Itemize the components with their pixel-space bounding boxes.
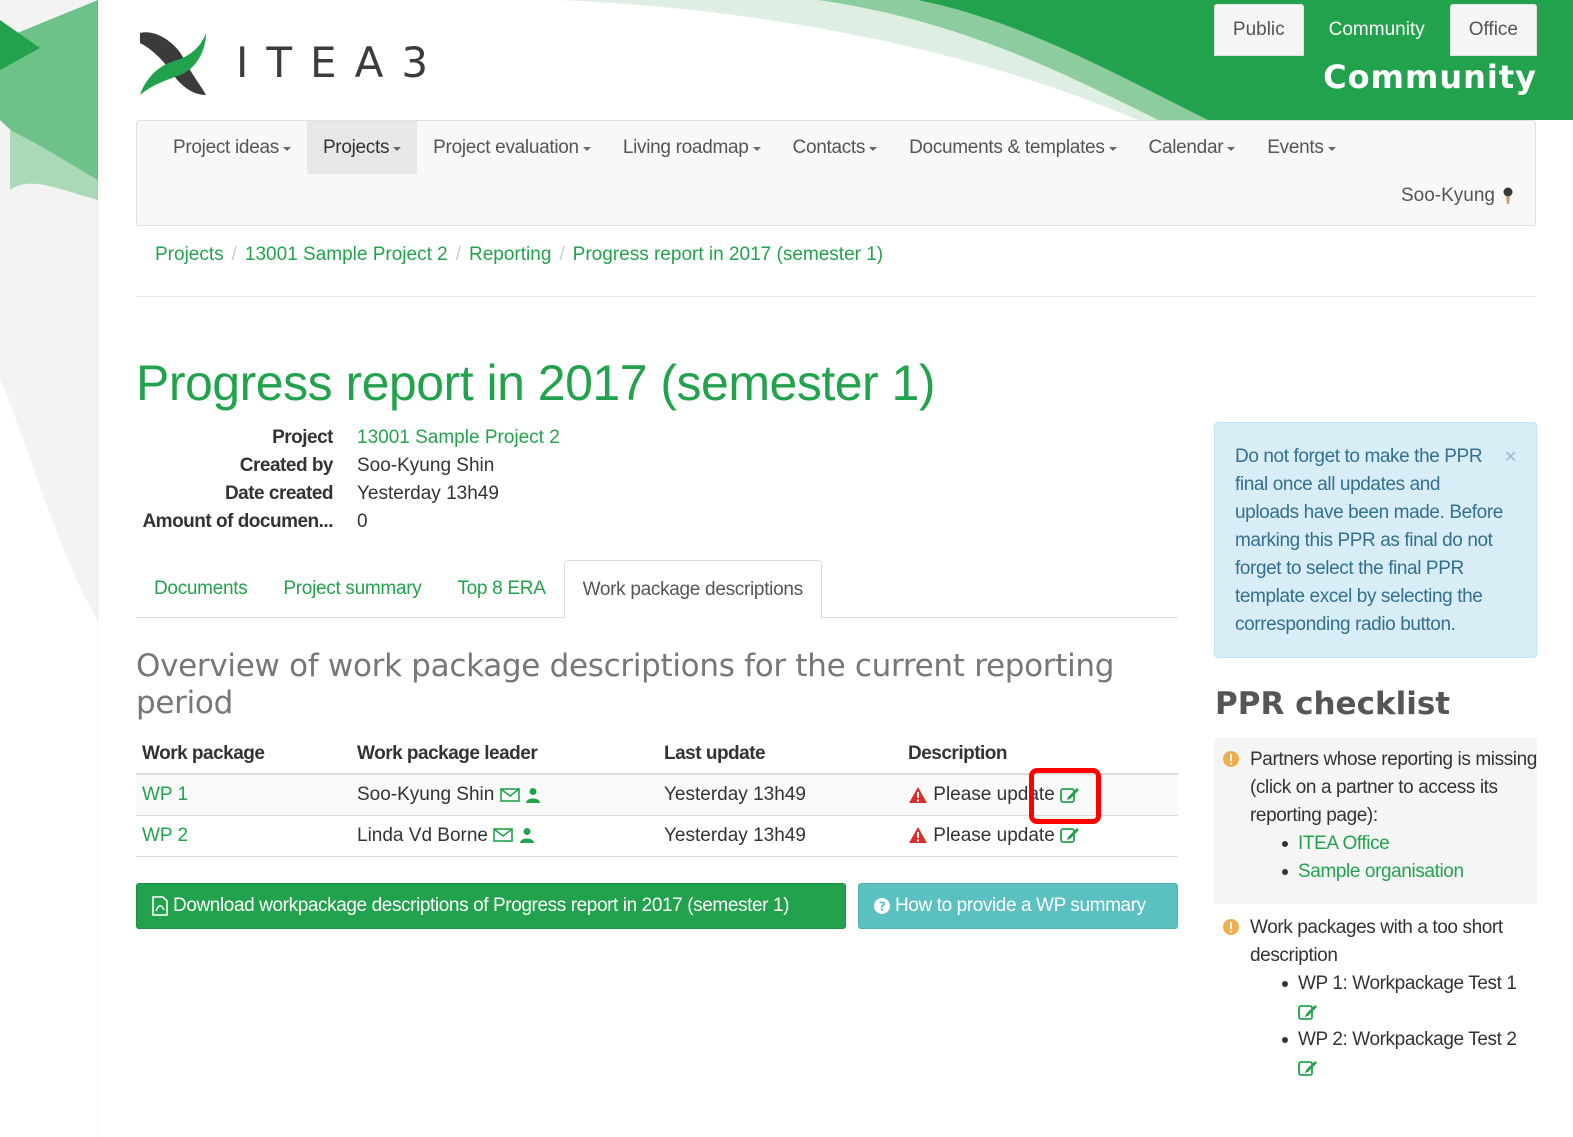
meta-amount-label: Amount of documen...: [142, 511, 333, 532]
last-update: Yesterday 13h49: [658, 774, 902, 816]
itea3-logo-mark-icon: [140, 32, 206, 95]
list-item: ITEA Office: [1280, 830, 1537, 858]
wp-link[interactable]: WP 1: [142, 784, 188, 805]
checklist-item-missing-partners: Partners whose reporting is missing (cli…: [1214, 738, 1537, 904]
wp-short-description: WP 2: Workpackage Test 2: [1298, 1029, 1517, 1050]
tab-project-summary[interactable]: Project summary: [265, 560, 439, 618]
checklist-item-text: Partners whose reporting is missing (cli…: [1250, 749, 1537, 826]
envelope-icon[interactable]: [499, 787, 520, 803]
meta-date-created-value: Yesterday 13h49: [357, 483, 499, 504]
user-name: Soo-Kyung: [1400, 185, 1495, 206]
meta-created-by-value: Soo-Kyung Shin: [357, 455, 495, 476]
meta-date-created-label: Date created: [224, 483, 333, 504]
envelope-icon[interactable]: [493, 827, 514, 843]
work-package-table: Work package Work package leader Last up…: [136, 734, 1178, 857]
itea3-logo[interactable]: ITEA3: [136, 24, 466, 100]
checklist-title: PPR checklist: [1215, 686, 1451, 722]
meta-amount-value: 0: [357, 511, 368, 532]
caret-down-icon: [1327, 147, 1336, 151]
warning-icon: [909, 827, 927, 844]
edit-icon[interactable]: [1298, 1059, 1318, 1077]
caret-down-icon: [282, 147, 291, 151]
background-swoosh-left: [0, 0, 98, 620]
user-avatar-icon: [1503, 187, 1513, 204]
breadcrumb-project[interactable]: 13001 Sample Project 2: [245, 244, 448, 266]
breadcrumb-separator: /: [231, 244, 237, 265]
logo-wordmark: ITEA3: [236, 37, 447, 87]
tab-documents[interactable]: Documents: [136, 560, 265, 618]
site-tab-community[interactable]: Community: [1309, 4, 1444, 56]
caret-down-icon: [1108, 147, 1117, 151]
last-update: Yesterday 13h49: [658, 815, 902, 857]
breadcrumb-reporting[interactable]: Reporting: [469, 244, 551, 266]
breadcrumb-projects[interactable]: Projects: [155, 244, 224, 266]
meta-created-by-label: Created by: [239, 455, 333, 476]
caret-down-icon: [752, 147, 761, 151]
partner-link-sample-organisation[interactable]: Sample organisation: [1298, 861, 1464, 882]
breadcrumb: Projects / 13001 Sample Project 2 / Repo…: [155, 244, 883, 266]
nav-calendar[interactable]: Calendar: [1133, 121, 1252, 174]
user-icon[interactable]: [519, 827, 535, 844]
report-meta: Project 13001 Sample Project 2 Created b…: [136, 424, 560, 536]
how-to-wp-summary-button[interactable]: ? How to provide a WP summary: [858, 883, 1178, 929]
breadcrumb-current[interactable]: Progress report in 2017 (semester 1): [573, 244, 883, 266]
user-menu[interactable]: Soo-Kyung: [1401, 185, 1515, 207]
page-shadow: [97, 0, 99, 1137]
alert-text: Do not forget to make the PPR final once…: [1235, 446, 1503, 635]
description-status: Please update: [933, 824, 1055, 846]
table-row: WP 2 Linda Vd Borne Yesterday 13h49 Plea…: [136, 815, 1178, 857]
list-item: WP 2: Workpackage Test 2: [1280, 1026, 1537, 1082]
user-icon[interactable]: [525, 787, 541, 803]
report-tabs: Documents Project summary Top 8 ERA Work…: [136, 560, 1178, 619]
column-header-leader: Work package leader: [351, 734, 658, 775]
download-descriptions-button[interactable]: Download workpackage descriptions of Pro…: [136, 883, 846, 929]
list-item: Sample organisation: [1280, 858, 1537, 886]
caret-down-icon: [1227, 147, 1236, 151]
edit-icon[interactable]: [1298, 1003, 1318, 1021]
nav-project-evaluation[interactable]: Project evaluation: [417, 121, 607, 174]
caret-down-icon: [582, 147, 591, 151]
tab-top-8-era[interactable]: Top 8 ERA: [439, 560, 563, 618]
nav-contacts[interactable]: Contacts: [777, 121, 894, 174]
breadcrumb-separator: /: [559, 244, 565, 265]
partner-link-itea-office[interactable]: ITEA Office: [1298, 833, 1390, 854]
tab-work-package-descriptions[interactable]: Work package descriptions: [563, 560, 822, 619]
wp-short-description: WP 1: Workpackage Test 1: [1298, 973, 1517, 994]
leader-name: Soo-Kyung Shin: [357, 783, 495, 805]
site-tab-public[interactable]: Public: [1213, 4, 1304, 56]
meta-project-label: Project: [272, 427, 333, 448]
warning-icon: [909, 786, 927, 803]
nav-projects[interactable]: Projects: [306, 121, 418, 174]
section-label: Community: [1323, 58, 1537, 96]
ppr-final-alert: Do not forget to make the PPR final once…: [1214, 422, 1537, 658]
highlight-annotation: [1029, 768, 1101, 824]
question-circle-icon: ?: [874, 898, 890, 914]
divider: [136, 296, 1536, 297]
list-item: WP 1: Workpackage Test 1: [1280, 970, 1537, 1026]
section-heading: Overview of work package descriptions fo…: [136, 648, 1115, 721]
edit-icon[interactable]: [1060, 826, 1080, 844]
leader-name: Linda Vd Borne: [357, 824, 488, 846]
nav-project-ideas[interactable]: Project ideas: [157, 121, 307, 174]
nav-events[interactable]: Events: [1251, 121, 1351, 174]
main-navbar: Project ideas Projects Project evaluatio…: [136, 120, 1536, 226]
column-header-work-package: Work package: [136, 734, 351, 775]
caret-down-icon: [393, 147, 402, 151]
svg-text:?: ?: [879, 900, 886, 914]
nav-living-roadmap[interactable]: Living roadmap: [607, 121, 777, 174]
pdf-file-icon: [152, 896, 168, 916]
breadcrumb-separator: /: [455, 244, 461, 265]
column-header-last-update: Last update: [658, 734, 902, 775]
checklist-item-text: Work packages with a too short descripti…: [1250, 917, 1503, 966]
page-title: Progress report in 2017 (semester 1): [136, 355, 936, 411]
close-icon[interactable]: ×: [1505, 443, 1517, 471]
nav-documents-templates[interactable]: Documents & templates: [893, 121, 1132, 174]
checklist-item-short-descriptions: Work packages with a too short descripti…: [1214, 906, 1537, 1086]
caret-down-icon: [869, 147, 878, 151]
site-tab-office[interactable]: Office: [1449, 4, 1537, 56]
table-row: WP 1 Soo-Kyung Shin Yesterday 13h49 Plea…: [136, 774, 1178, 816]
wp-link[interactable]: WP 2: [142, 825, 188, 846]
site-switcher: Public Community Office: [1213, 4, 1537, 56]
meta-project-link[interactable]: 13001 Sample Project 2: [357, 427, 560, 449]
